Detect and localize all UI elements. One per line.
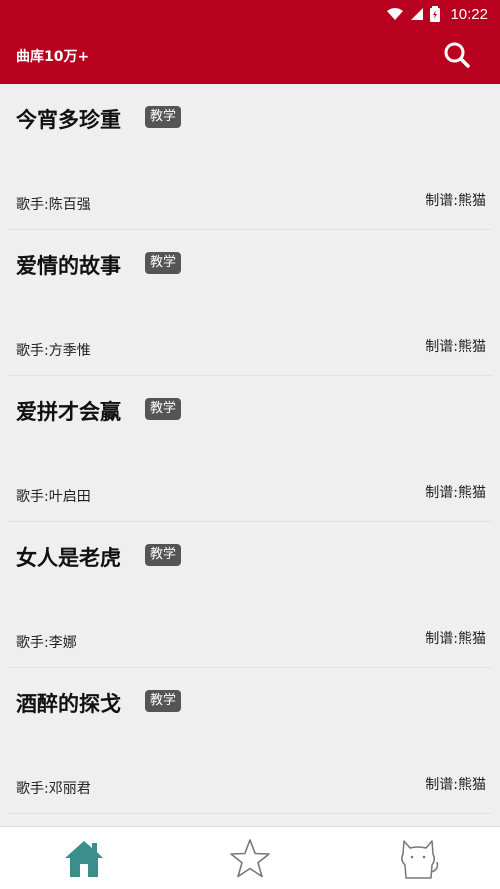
song-singer: 歌手:陈百强 — [16, 197, 91, 213]
star-icon[interactable] — [228, 837, 272, 881]
lesson-badge: 教学 — [145, 544, 182, 566]
status-time: 10:22 — [450, 5, 488, 23]
cat-icon[interactable] — [396, 837, 440, 881]
song-maker: 制谱:熊猫 — [425, 631, 486, 647]
song-singer: 歌手:叶启田 — [16, 489, 91, 505]
status-bar: 10:22 — [0, 0, 500, 28]
song-title: 今宵多珍重 — [16, 108, 121, 132]
lesson-badge: 教学 — [145, 398, 182, 420]
status-icons: 10:22 — [386, 4, 488, 24]
song-maker: 制谱:熊猫 — [425, 777, 486, 793]
song-item[interactable]: 今宵多珍重 教学 歌手:陈百强 制谱:熊猫 — [0, 84, 500, 230]
divider — [8, 813, 492, 814]
song-item[interactable]: 爱情的故事 教学 歌手:方季惟 制谱:熊猫 — [0, 230, 500, 376]
lesson-badge: 教学 — [145, 252, 182, 274]
bottom-nav — [0, 826, 500, 889]
wifi-icon — [387, 8, 404, 20]
song-maker: 制谱:熊猫 — [425, 193, 486, 209]
song-item[interactable]: 酒醉的探戈 教学 歌手:邓丽君 制谱:熊猫 — [0, 668, 500, 814]
app-screen: 10:22 曲库10万+ 今宵多珍重 教学 歌手:陈百强 制谱:熊猫 爱情的故事… — [0, 0, 500, 889]
lesson-badge: 教学 — [145, 690, 182, 712]
app-bar: 曲库10万+ — [0, 28, 500, 84]
song-title: 酒醉的探戈 — [16, 692, 121, 716]
home-icon[interactable] — [62, 837, 106, 881]
song-item[interactable]: 爱拼才会赢 教学 歌手:叶启田 制谱:熊猫 — [0, 376, 500, 522]
song-title: 爱情的故事 — [16, 254, 121, 278]
song-singer: 歌手:李娜 — [16, 635, 77, 651]
song-maker: 制谱:熊猫 — [425, 485, 486, 501]
song-maker: 制谱:熊猫 — [425, 339, 486, 355]
song-singer: 歌手:方季惟 — [16, 343, 91, 359]
app-title: 曲库10万+ — [16, 49, 90, 65]
song-title: 女人是老虎 — [16, 546, 121, 570]
song-item[interactable]: 女人是老虎 教学 歌手:李娜 制谱:熊猫 — [0, 522, 500, 668]
song-title: 爱拼才会赢 — [16, 400, 121, 424]
lesson-badge: 教学 — [145, 106, 182, 128]
search-icon[interactable] — [442, 40, 472, 70]
song-list: 今宵多珍重 教学 歌手:陈百强 制谱:熊猫 爱情的故事 教学 歌手:方季惟 制谱… — [0, 84, 500, 827]
signal-icon — [411, 8, 424, 20]
battery-charging-icon — [430, 6, 441, 22]
song-singer: 歌手:邓丽君 — [16, 781, 91, 797]
